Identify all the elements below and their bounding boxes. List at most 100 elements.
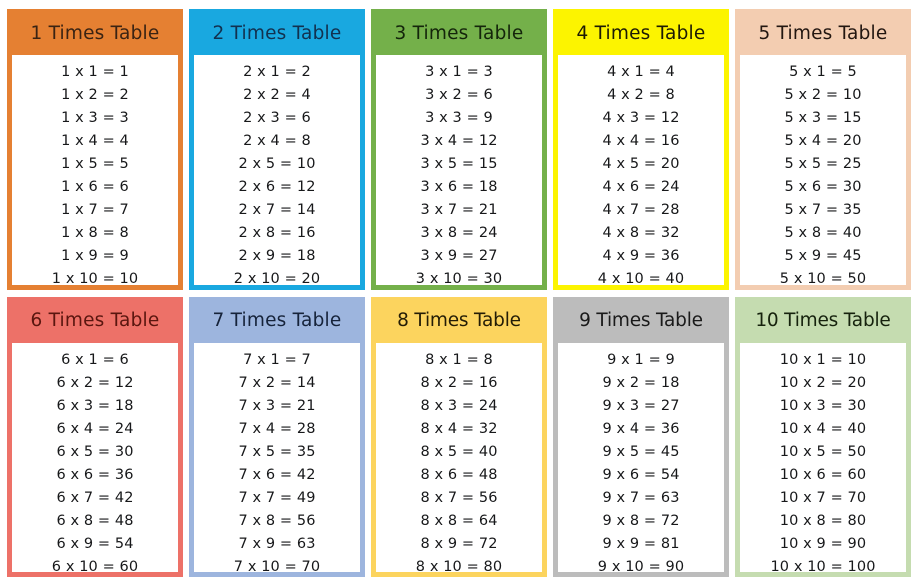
- card-body-4: 4 x 1 = 4 4 x 2 = 8 4 x 3 = 12 4 x 4 = 16 4 …: [558, 55, 724, 287]
- equation-row: 3 x 1 = 3: [425, 64, 493, 80]
- equation-row: 2 x 3 = 6: [243, 110, 311, 126]
- equation-row: 10 x 9 = 90: [779, 535, 867, 552]
- equation-row: 4 x 8 = 32: [602, 225, 680, 241]
- equation-row: 6 x 3 = 18: [56, 397, 134, 414]
- equation-row: 9 x 3 = 27: [602, 397, 680, 414]
- card-body-9: 9 x 1 = 9 9 x 2 = 18 9 x 3 = 27 9 x 4 = 36 9…: [558, 342, 724, 573]
- equation-row: 2 x 6 = 12: [238, 179, 316, 195]
- card-header-1: 1 Times Table: [12, 9, 178, 55]
- equation-row: 7 x 4 = 28: [238, 420, 316, 437]
- equation-row: 2 x 1 = 2: [243, 64, 311, 80]
- equation-row: 5 x 9 = 45: [784, 248, 862, 264]
- equation-row: 5 x 10 = 50: [779, 271, 867, 287]
- equation-row: 6 x 6 = 36: [56, 466, 134, 483]
- card-title: 7 Times Table: [212, 310, 342, 331]
- equation-row: 4 x 3 = 12: [602, 110, 680, 126]
- card-body-7: 7 x 1 = 7 7 x 2 = 14 7 x 3 = 21 7 x 4 = 28 7…: [194, 342, 360, 575]
- equation-row: 3 x 10 = 30: [415, 271, 503, 287]
- equation-row: 3 x 2 = 6: [425, 87, 493, 103]
- equation-row: 6 x 10 = 60: [51, 558, 139, 575]
- equation-row: 3 x 6 = 18: [420, 179, 498, 195]
- card-title: 9 Times Table: [579, 310, 703, 331]
- card-header-6: 6 Times Table: [12, 296, 178, 343]
- equation-row: 6 x 2 = 12: [56, 374, 134, 391]
- equation-row: 10 x 8 = 80: [779, 512, 867, 529]
- equation-row: 8 x 7 = 56: [420, 489, 498, 506]
- equation-row: 7 x 10 = 70: [233, 558, 321, 575]
- equation-row: 10 x 2 = 20: [779, 374, 867, 391]
- equation-row: 3 x 8 = 24: [420, 225, 498, 241]
- equation-row: 6 x 5 = 30: [56, 443, 134, 460]
- equation-row: 6 x 4 = 24: [56, 420, 134, 437]
- equation-row: 10 x 6 = 60: [779, 466, 867, 483]
- equation-row: 7 x 2 = 14: [238, 374, 316, 391]
- equation-row: 2 x 8 = 16: [238, 225, 316, 241]
- equation-row: 4 x 7 = 28: [602, 202, 680, 218]
- equation-row: 6 x 8 = 48: [56, 512, 134, 529]
- card-body-10: 10 x 1 = 10 10 x 2 = 20 10 x 3 = 30 10 x 4 …: [740, 342, 906, 573]
- equation-row: 4 x 10 = 40: [597, 271, 685, 287]
- equation-row: 1 x 7 = 7: [61, 202, 129, 218]
- card-body-2: 2 x 1 = 2 2 x 2 = 4 2 x 3 = 6 2 x 4 = 8 2 x …: [194, 55, 360, 287]
- equation-row: 6 x 7 = 42: [56, 489, 134, 506]
- equation-row: 1 x 9 = 9: [61, 248, 129, 264]
- equation-row: 9 x 7 = 63: [602, 489, 680, 506]
- equation-row: 1 x 2 = 2: [61, 87, 129, 103]
- equation-row: 8 x 1 = 8: [425, 351, 493, 368]
- card-header-8: 8 Times Table: [376, 296, 542, 343]
- card-title: 10 Times Table: [755, 310, 891, 331]
- equation-row: 8 x 10 = 80: [415, 558, 503, 575]
- equation-row: 1 x 8 = 8: [61, 225, 129, 241]
- equation-row: 2 x 5 = 10: [238, 156, 316, 172]
- equation-row: 5 x 5 = 25: [784, 156, 862, 172]
- equation-row: 7 x 7 = 49: [238, 489, 316, 506]
- card-title: 3 Times Table: [394, 22, 524, 44]
- equation-row: 6 x 9 = 54: [56, 535, 134, 552]
- equation-row: 8 x 4 = 32: [420, 420, 498, 437]
- equation-row: 10 x 7 = 70: [779, 489, 867, 506]
- equation-row: 9 x 5 = 45: [602, 443, 680, 460]
- equation-row: 1 x 10 = 10: [51, 271, 139, 287]
- card-header-5: 5 Times Table: [740, 9, 906, 55]
- equation-row: 8 x 3 = 24: [420, 397, 498, 414]
- times-table-card: 9 Times Table 9 x 1 = 9 9 x 2 = 18 9 x 3 = …: [553, 296, 729, 577]
- card-title: 6 Times Table: [30, 310, 160, 331]
- card-header-10: 10 Times Table: [740, 296, 906, 343]
- equation-row: 4 x 9 = 36: [602, 248, 680, 264]
- times-table-card: 1 Times Table 1 x 1 = 1 1 x 2 = 2 1 x 3 = 3…: [7, 9, 183, 290]
- card-header-7: 7 Times Table: [194, 296, 360, 343]
- equation-row: 8 x 5 = 40: [420, 443, 498, 460]
- equation-row: 7 x 1 = 7: [243, 351, 311, 368]
- equation-row: 2 x 2 = 4: [243, 87, 311, 103]
- equation-row: 5 x 2 = 10: [784, 87, 862, 103]
- equation-row: 7 x 8 = 56: [238, 512, 316, 529]
- card-title: 5 Times Table: [758, 22, 888, 44]
- times-table-card: 2 Times Table 2 x 1 = 2 2 x 2 = 4 2 x 3 = 6…: [189, 9, 365, 290]
- times-table-card: 5 Times Table 5 x 1 = 5 5 x 2 = 10 5 x 3 = …: [735, 9, 911, 290]
- equation-row: 4 x 2 = 8: [607, 87, 675, 103]
- equation-row: 10 x 1 = 10: [779, 351, 867, 368]
- equation-row: 2 x 9 = 18: [238, 248, 316, 264]
- equation-row: 9 x 8 = 72: [602, 512, 680, 529]
- card-title: 8 Times Table: [397, 310, 521, 331]
- equation-row: 9 x 2 = 18: [602, 374, 680, 391]
- equation-row: 4 x 6 = 24: [602, 179, 680, 195]
- times-table-card: 6 Times Table 6 x 1 = 6 6 x 2 = 12 6 x 3 = …: [7, 296, 183, 577]
- equation-row: 9 x 9 = 81: [602, 535, 680, 552]
- equation-row: 6 x 1 = 6: [61, 351, 129, 368]
- equation-row: 3 x 4 = 12: [420, 133, 498, 149]
- equation-row: 3 x 3 = 9: [425, 110, 493, 126]
- times-table-card: 7 Times Table 7 x 1 = 7 7 x 2 = 14 7 x 3 = …: [189, 296, 365, 577]
- equation-row: 8 x 8 = 64: [420, 512, 498, 529]
- equation-row: 7 x 9 = 63: [238, 535, 316, 552]
- equation-row: 8 x 9 = 72: [420, 535, 498, 552]
- equation-row: 7 x 6 = 42: [238, 466, 316, 483]
- equation-row: 1 x 4 = 4: [61, 133, 129, 149]
- equation-row: 5 x 6 = 30: [784, 179, 862, 195]
- equation-row: 1 x 1 = 1: [61, 64, 129, 80]
- times-tables-grid: 1 Times Table 1 x 1 = 1 1 x 2 = 2 1 x 3 = 3…: [0, 0, 919, 585]
- card-header-9: 9 Times Table: [558, 296, 724, 343]
- equation-row: 2 x 10 = 20: [233, 271, 321, 287]
- equation-row: 3 x 9 = 27: [420, 248, 498, 264]
- equation-row: 4 x 1 = 4: [607, 64, 675, 80]
